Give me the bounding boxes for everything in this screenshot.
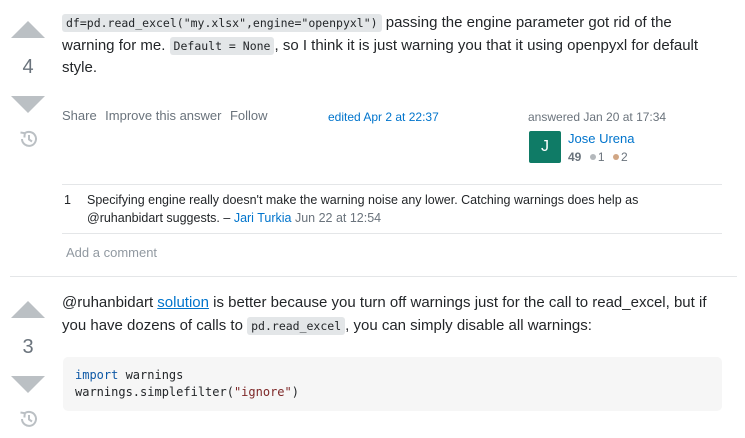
code-string: "ignore" (233, 385, 292, 399)
inline-code: pd.read_excel (247, 316, 346, 335)
comment-divider (62, 233, 722, 234)
vote-count: 4 (22, 56, 34, 78)
bronze-badge-icon (612, 153, 619, 160)
code-text: warnings (118, 368, 184, 382)
code-line: import warnings (75, 367, 710, 384)
answer-text: @ruhanbidart (62, 294, 158, 311)
code-text: ) (291, 385, 299, 399)
upvote-button[interactable] (11, 301, 45, 318)
comment-author-link[interactable]: Jari Turkia (234, 211, 292, 225)
answer-divider (10, 276, 737, 277)
edited-link[interactable]: edited Apr 2 at 22:37 (328, 110, 439, 124)
history-icon[interactable] (18, 128, 40, 155)
downvote-button[interactable] (11, 96, 45, 113)
inline-code: Default = None (169, 36, 275, 55)
follow-link[interactable]: Follow (230, 108, 268, 123)
history-icon[interactable] (18, 408, 40, 435)
answer-body: df=pd.read_excel("my.xlsx",engine="openp… (62, 12, 722, 80)
improve-answer-link[interactable]: Improve this answer (105, 108, 221, 123)
code-keyword: import (75, 368, 119, 382)
answered-timestamp: answered Jan 20 at 17:34 (528, 110, 667, 124)
add-comment-link[interactable]: Add a comment (66, 245, 157, 260)
code-block: import warnings warnings.simplefilter("i… (63, 357, 722, 411)
code-text: warnings.simplefilter( (75, 385, 234, 399)
code-line: warnings.simplefilter("ignore") (75, 384, 710, 401)
silver-badge-icon (589, 153, 596, 160)
solution-link[interactable]: solution (157, 294, 209, 311)
downvote-button[interactable] (11, 376, 45, 393)
reputation-score: 49 (568, 150, 582, 164)
user-reputation: 49 1 2 (568, 148, 628, 166)
comment-score: 1 (64, 193, 71, 207)
vote-count: 3 (22, 336, 34, 358)
upvote-button[interactable] (11, 21, 45, 38)
bronze-badge-count: 2 (620, 150, 628, 164)
answer-body: @ruhanbidart solution is better because … (62, 292, 722, 337)
post-menu: Share Improve this answer Follow (62, 107, 268, 125)
silver-badge-count: 1 (597, 150, 605, 164)
share-link[interactable]: Share (62, 108, 97, 123)
comment-divider (62, 184, 722, 185)
avatar[interactable]: J (529, 131, 561, 163)
user-name[interactable]: Jose Urena (568, 131, 634, 146)
comment-date: Jun 22 at 12:54 (291, 211, 382, 225)
inline-code: df=pd.read_excel("my.xlsx",engine="openp… (62, 14, 382, 32)
answer-text: , you can simply disable all warnings: (345, 316, 592, 334)
comment-body: Specifying engine really doesn't make th… (87, 191, 707, 227)
